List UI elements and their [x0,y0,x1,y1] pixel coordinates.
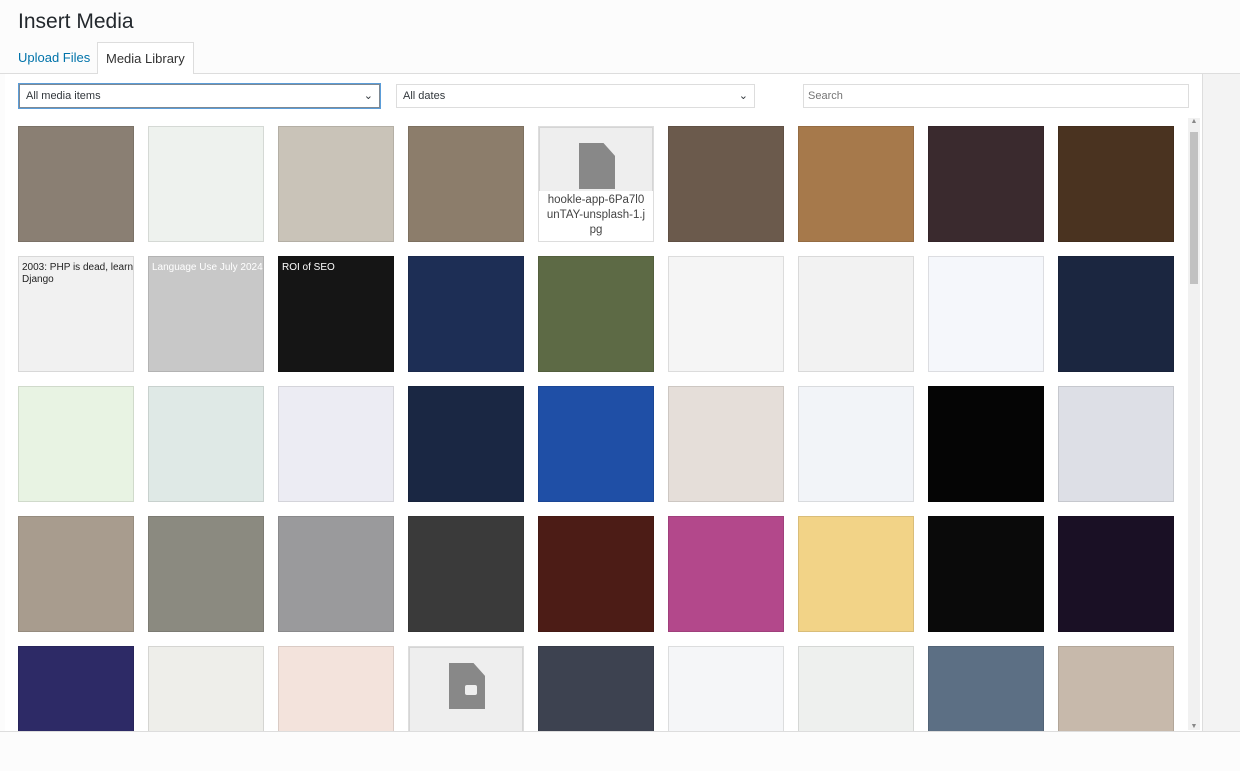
attachment-thumbnail[interactable]: Language Use July 2024 [148,256,264,372]
attachment-thumbnail[interactable] [408,516,524,632]
date-filter[interactable]: All dates ⌄ [396,84,755,108]
attachment-thumbnail[interactable]: hookle-app-6Pa7l0unTAY-unsplash-1.jpg [538,126,654,242]
attachment-filename: hookle-app-6Pa7l0unTAY-unsplash-1.jpg [539,191,653,241]
attachment-thumbnail[interactable] [668,256,784,372]
attachment-thumbnail[interactable] [1058,126,1174,242]
attachment-thumbnail[interactable] [408,386,524,502]
media-tabs: Upload Files Media Library [0,42,1240,75]
attachment-thumbnail[interactable] [928,516,1044,632]
scrollbar-thumb[interactable] [1190,132,1198,284]
attachment-thumbnail[interactable] [798,516,914,632]
attachment-thumbnail[interactable] [148,516,264,632]
search-input[interactable] [803,84,1189,108]
attachment-thumbnail[interactable] [538,386,654,502]
attachment-thumbnail[interactable] [408,256,524,372]
attachment-thumbnail[interactable] [1058,256,1174,372]
media-type-filter[interactable]: All media items ⌄ [19,84,380,108]
attachment-thumbnail[interactable] [668,516,784,632]
attachments-grid: hookle-app-6Pa7l0unTAY-unsplash-1.jpg 200… [18,126,1174,762]
attachment-thumbnail[interactable] [148,386,264,502]
attachment-thumbnail[interactable] [798,386,914,502]
tab-upload-files[interactable]: Upload Files [10,42,98,74]
attachment-thumbnail[interactable] [278,126,394,242]
attachment-thumbnail[interactable] [18,126,134,242]
attachment-thumbnail[interactable] [1058,516,1174,632]
attachment-thumbnail[interactable] [538,516,654,632]
attachment-thumbnail[interactable] [408,126,524,242]
attachment-thumbnail[interactable] [18,386,134,502]
scroll-down-icon[interactable]: ▼ [1188,723,1200,730]
video-file-icon [449,663,485,709]
attachment-thumbnail[interactable] [798,256,914,372]
attachment-thumbnail[interactable] [538,256,654,372]
attachment-thumbnail[interactable] [278,516,394,632]
thumbnail-text: 2003: PHP is dead, learn Django [22,262,134,285]
document-icon [579,143,615,189]
modal-toolbar [0,731,1240,771]
modal-title: Insert Media [18,10,134,33]
attachment-sidebar [1202,74,1240,731]
chevron-down-icon: ⌄ [363,90,373,102]
tab-media-library[interactable]: Media Library [97,42,194,75]
attachment-thumbnail[interactable] [668,126,784,242]
attachment-thumbnail[interactable] [148,126,264,242]
thumbnail-text: ROI of SEO [282,262,335,273]
attachment-thumbnail[interactable] [798,126,914,242]
thumbnail-text: Language Use July 2024 [152,262,263,273]
chevron-down-icon: ⌄ [738,90,748,102]
attachment-thumbnail[interactable] [928,256,1044,372]
attachment-thumbnail[interactable] [668,386,784,502]
date-value: All dates [403,90,446,102]
attachment-thumbnail[interactable]: 2003: PHP is dead, learn Django [18,256,134,372]
media-type-value: All media items [26,90,101,102]
attachment-thumbnail[interactable] [928,386,1044,502]
scrollbar[interactable]: ▲ ▼ [1188,118,1200,730]
attachment-thumbnail[interactable] [1058,386,1174,502]
scroll-up-icon[interactable]: ▲ [1188,118,1200,125]
attachment-thumbnail[interactable] [278,386,394,502]
attachment-thumbnail[interactable] [928,126,1044,242]
attachment-thumbnail[interactable] [18,516,134,632]
attachment-thumbnail[interactable]: ROI of SEO [278,256,394,372]
